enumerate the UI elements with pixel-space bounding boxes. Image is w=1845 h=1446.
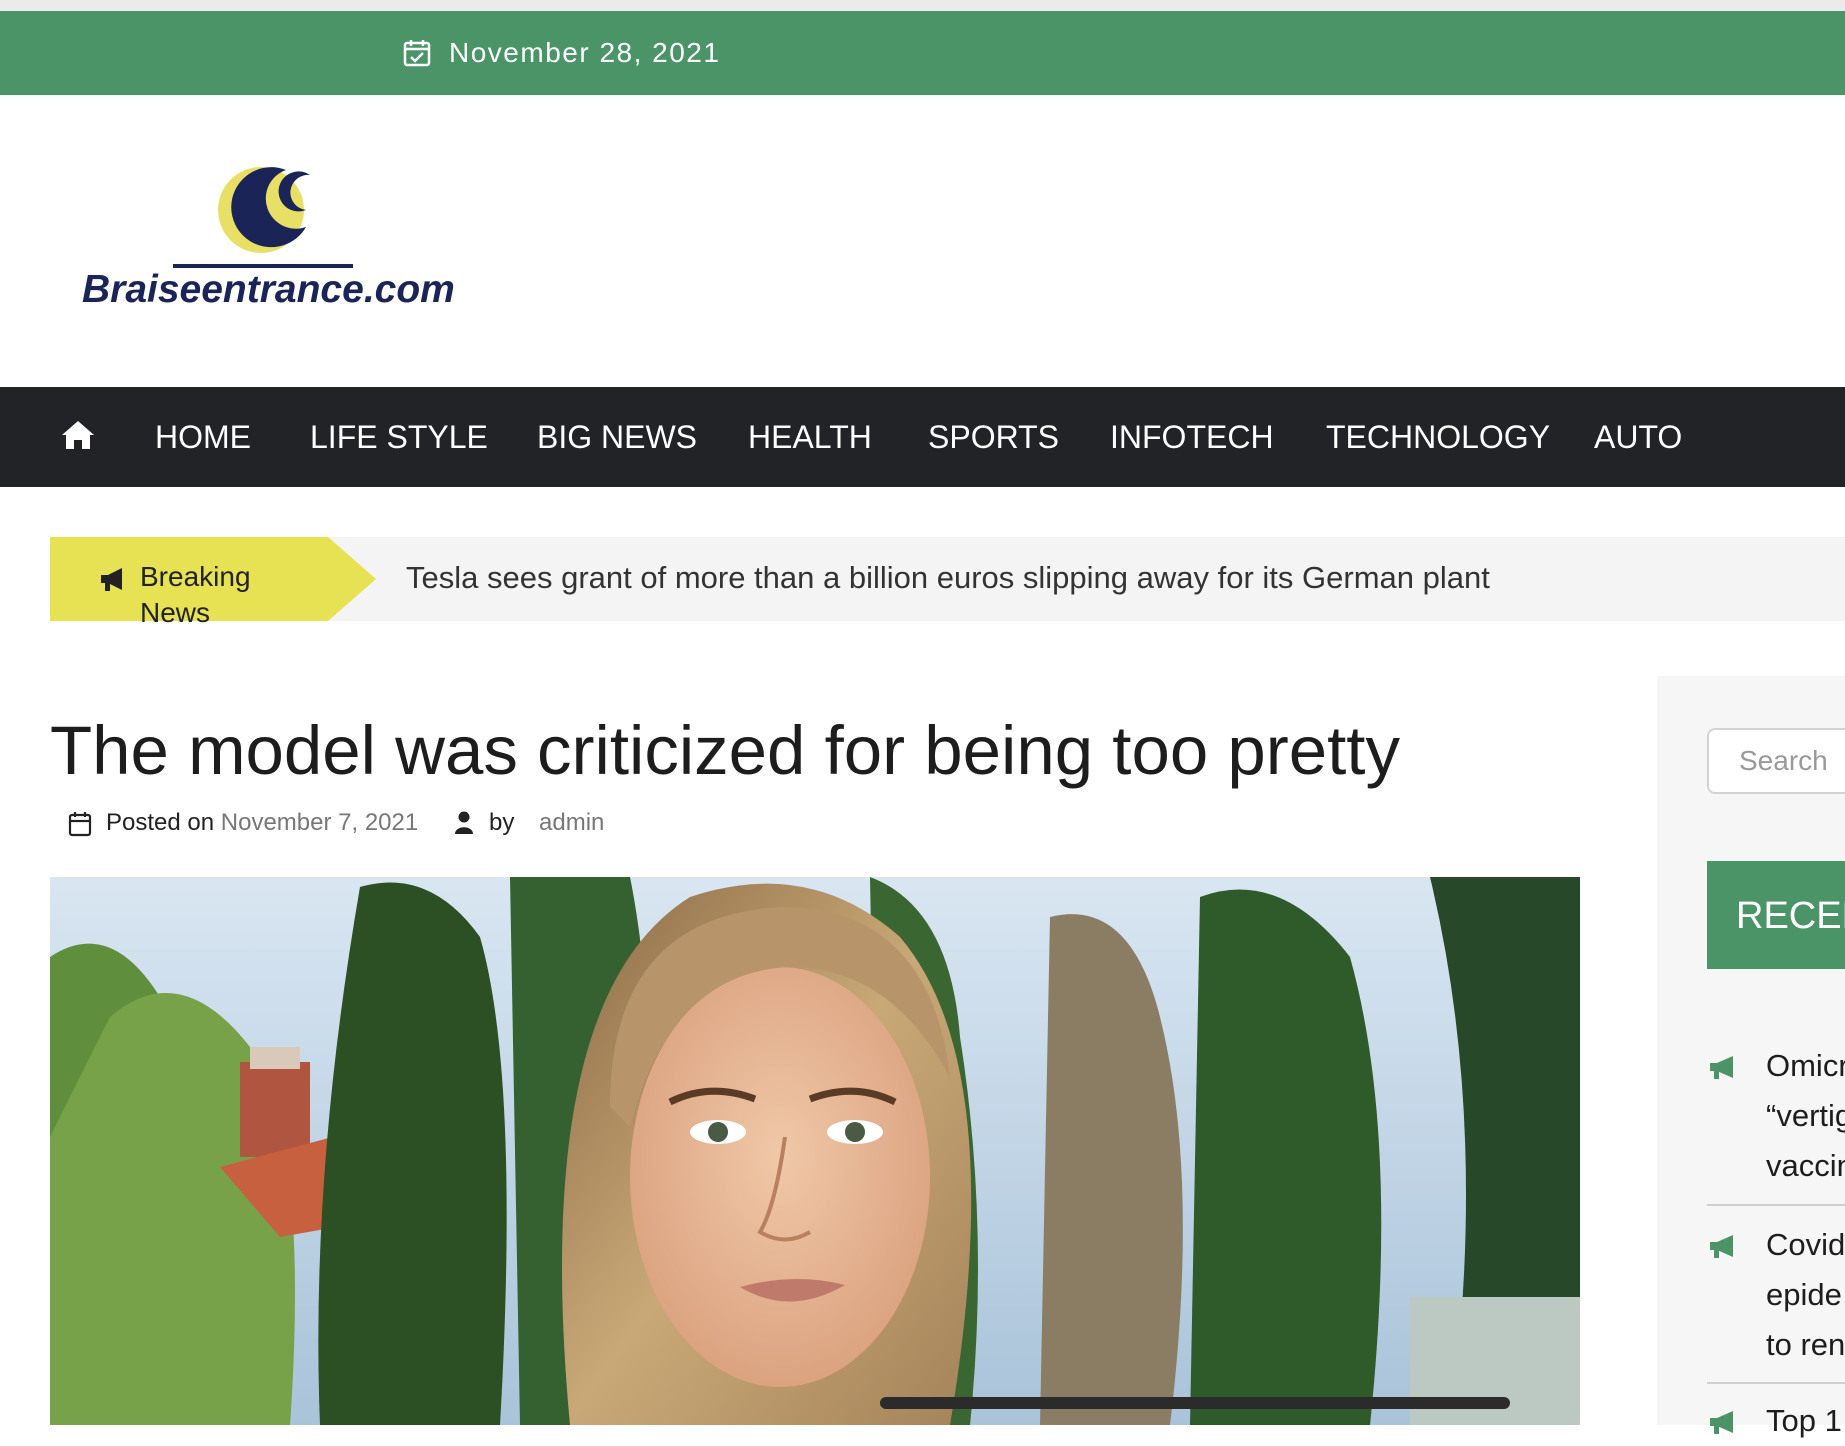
- recent-posts-title: RECEN: [1736, 895, 1845, 937]
- logo-text: Braiseentrance.com: [82, 268, 455, 311]
- divider: [1707, 1204, 1845, 1206]
- scroll-indicator[interactable]: [880, 1397, 1510, 1409]
- recent-post-item[interactable]: Top 1: [1707, 1396, 1845, 1438]
- megaphone-icon: [1710, 1235, 1733, 1258]
- nav-item-sports[interactable]: SPORTS: [928, 417, 1059, 457]
- megaphone-icon: [101, 568, 122, 591]
- current-date: November 28, 2021: [449, 37, 721, 68]
- nav-item-big-news[interactable]: BIG NEWS: [537, 417, 697, 457]
- ticker-arrow: [328, 537, 376, 621]
- recent-post-item[interactable]: Covid epide to ren: [1707, 1220, 1845, 1370]
- browser-top-strip: [0, 0, 1845, 11]
- megaphone-icon: [1710, 1056, 1733, 1079]
- posted-on: Posted on November 7, 2021: [106, 807, 418, 839]
- search-input[interactable]: [1707, 728, 1845, 794]
- featured-image: [50, 877, 1580, 1425]
- by-label: by: [489, 809, 515, 836]
- sidebar: RECEN Omicr “vertig vaccin Covid epide t…: [1657, 676, 1845, 1438]
- divider: [1707, 1382, 1845, 1384]
- nav-item-infotech[interactable]: INFOTECH: [1110, 417, 1274, 457]
- recent-post-item[interactable]: Omicr “vertig vaccin: [1707, 1041, 1845, 1191]
- ticker-headline-link[interactable]: Tesla sees grant of more than a billion …: [406, 558, 1490, 598]
- recent-post-title[interactable]: Top 1: [1766, 1396, 1845, 1446]
- calendar-check-icon: [403, 40, 431, 67]
- breaking-news-ticker: Breaking News Tesla sees grant of more t…: [50, 537, 1845, 628]
- nav-item-home[interactable]: HOME: [155, 417, 251, 457]
- calendar-icon: [68, 812, 92, 837]
- recent-post-title[interactable]: Omicr “vertig vaccin: [1766, 1041, 1845, 1191]
- nav-item-life-style[interactable]: LIFE STYLE: [310, 417, 488, 457]
- breaking-news-label: Breaking News: [50, 537, 328, 628]
- main-nav: HOME LIFE STYLE BIG NEWS HEALTH SPORTS I…: [0, 387, 1845, 487]
- nav-item-auto[interactable]: AUTO: [1594, 417, 1682, 457]
- nav-item-technology[interactable]: TECHNOLOGY: [1326, 417, 1550, 457]
- user-icon: [455, 811, 473, 834]
- recent-post-title[interactable]: Covid epide to ren: [1766, 1220, 1845, 1370]
- breaking-news-text: Breaking News: [140, 561, 251, 628]
- recent-posts-header: RECEN: [1707, 861, 1845, 969]
- home-icon[interactable]: [60, 419, 96, 451]
- top-bar: November 28, 2021: [0, 11, 1845, 95]
- author-link[interactable]: admin: [539, 807, 604, 839]
- article-title: The model was criticized for being too p…: [50, 712, 1400, 789]
- posted-date-link[interactable]: November 7, 2021: [221, 809, 418, 836]
- posted-prefix: Posted on: [106, 809, 215, 836]
- megaphone-icon: [1710, 1411, 1733, 1434]
- nav-item-health[interactable]: HEALTH: [748, 417, 872, 457]
